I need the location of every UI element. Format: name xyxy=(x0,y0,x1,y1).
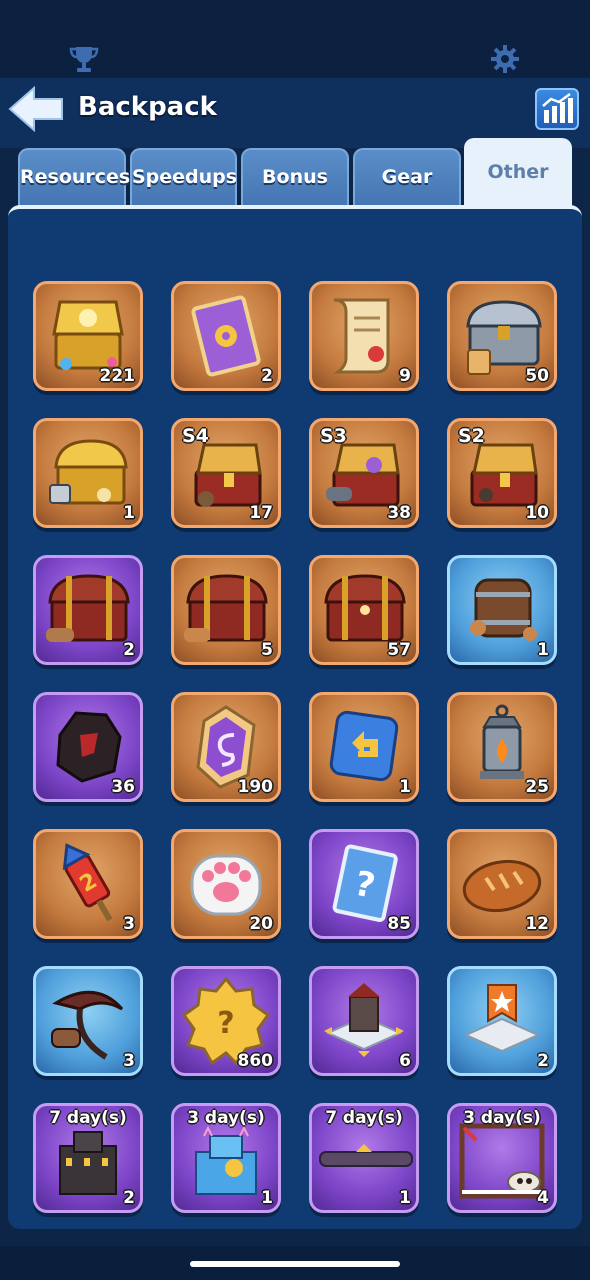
item-slot[interactable]: S2 10 xyxy=(447,418,557,528)
tab-bar: Resources Speedups Bonus Gear Other xyxy=(0,138,590,208)
duration-label: 3 day(s) xyxy=(463,1108,541,1128)
item-count: 17 xyxy=(249,503,273,523)
item-count: 9 xyxy=(399,366,411,386)
item-count: 221 xyxy=(99,366,136,386)
item-count: 3 xyxy=(123,914,135,934)
item-slot[interactable]: 1 xyxy=(447,555,557,665)
svg-text:?: ? xyxy=(217,1006,234,1041)
item-slot[interactable]: 20 xyxy=(171,829,281,939)
season-label: S4 xyxy=(182,425,209,447)
item-slot[interactable]: 6 xyxy=(309,966,419,1076)
item-count: 2 xyxy=(123,640,135,660)
item-slot[interactable]: ? 85 xyxy=(309,829,419,939)
item-slot[interactable]: ? 860 xyxy=(171,966,281,1076)
item-count: 1 xyxy=(399,1188,411,1208)
item-slot[interactable]: 2 3 xyxy=(33,829,143,939)
item-count: 1 xyxy=(537,640,549,660)
item-slot[interactable]: 3 day(s) 4 xyxy=(447,1103,557,1213)
tab-other[interactable]: Other xyxy=(464,138,572,206)
duration-label: 7 day(s) xyxy=(325,1108,403,1128)
top-status-bar xyxy=(0,0,590,78)
item-count: 860 xyxy=(237,1051,274,1071)
item-slot[interactable]: S3 38 xyxy=(309,418,419,528)
item-slot[interactable]: S4 17 xyxy=(171,418,281,528)
item-count: 4 xyxy=(537,1188,549,1208)
duration-label: 3 day(s) xyxy=(187,1108,265,1128)
item-count: 6 xyxy=(399,1051,411,1071)
item-count: 10 xyxy=(525,503,549,523)
item-count: 2 xyxy=(261,366,273,386)
item-slot[interactable]: 50 xyxy=(447,281,557,391)
season-label: S3 xyxy=(320,425,347,447)
item-slot[interactable]: 3 day(s) 1 xyxy=(171,1103,281,1213)
item-count: 12 xyxy=(525,914,549,934)
item-slot[interactable]: 9 xyxy=(309,281,419,391)
item-count: 57 xyxy=(387,640,411,660)
item-slot[interactable]: 221 xyxy=(33,281,143,391)
stats-icon xyxy=(542,92,573,123)
item-slot[interactable]: 2 xyxy=(33,555,143,665)
item-slot[interactable]: 5 xyxy=(171,555,281,665)
item-count: 3 xyxy=(123,1051,135,1071)
item-slot[interactable]: 12 xyxy=(447,829,557,939)
item-slot[interactable]: 1 xyxy=(309,692,419,802)
item-count: 20 xyxy=(249,914,273,934)
tab-speedups[interactable]: Speedups xyxy=(130,148,237,206)
item-slot[interactable]: 1 xyxy=(33,418,143,528)
item-count: 2 xyxy=(537,1051,549,1071)
stats-button[interactable] xyxy=(535,88,579,130)
back-arrow-icon[interactable] xyxy=(8,86,64,132)
trophy-icon[interactable] xyxy=(68,44,100,74)
items-grid: 221 2 9 50 1 S4 17 S3 38 S2 10 2 5 57 1 … xyxy=(33,281,559,1213)
item-slot[interactable]: 57 xyxy=(309,555,419,665)
item-count: 1 xyxy=(261,1188,273,1208)
item-slot[interactable]: 36 xyxy=(33,692,143,802)
item-count: 5 xyxy=(261,640,273,660)
item-slot[interactable]: 3 xyxy=(33,966,143,1076)
item-count: 50 xyxy=(525,366,549,386)
item-slot[interactable]: 7 day(s) 1 xyxy=(309,1103,419,1213)
item-count: 36 xyxy=(111,777,135,797)
season-label: S2 xyxy=(458,425,485,447)
gear-icon[interactable] xyxy=(490,44,520,74)
item-count: 190 xyxy=(237,777,274,797)
item-count: 2 xyxy=(123,1188,135,1208)
item-slot[interactable]: 2 xyxy=(171,281,281,391)
item-count: 38 xyxy=(387,503,411,523)
tab-gear[interactable]: Gear xyxy=(353,148,461,206)
item-slot[interactable]: 190 xyxy=(171,692,281,802)
item-count: 1 xyxy=(399,777,411,797)
tab-resources[interactable]: Resources xyxy=(18,148,130,206)
item-count: 1 xyxy=(123,503,135,523)
page-title: Backpack xyxy=(78,92,217,122)
item-count: 85 xyxy=(387,914,411,934)
item-slot[interactable]: 2 xyxy=(447,966,557,1076)
home-indicator[interactable] xyxy=(190,1261,400,1267)
item-slot[interactable]: 25 xyxy=(447,692,557,802)
tab-bonus[interactable]: Bonus xyxy=(241,148,349,206)
item-count: 25 xyxy=(525,777,549,797)
item-slot[interactable]: 7 day(s) 2 xyxy=(33,1103,143,1213)
duration-label: 7 day(s) xyxy=(49,1108,127,1128)
